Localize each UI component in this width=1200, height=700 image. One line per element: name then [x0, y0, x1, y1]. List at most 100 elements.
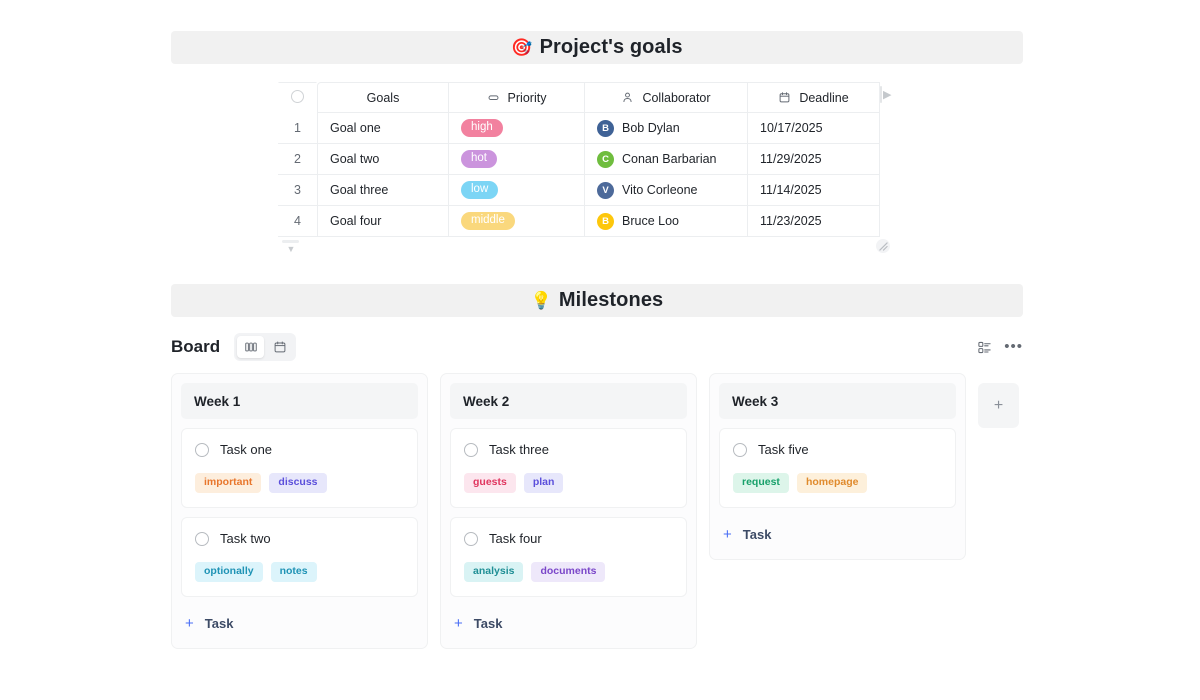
task-checkbox[interactable]	[195, 442, 209, 457]
board-title: Board	[171, 337, 221, 356]
goals-section-title: Project's goals	[539, 36, 683, 58]
row-index: 4	[278, 206, 317, 237]
task-checkbox[interactable]	[195, 531, 209, 546]
cell-collaborator[interactable]: C Conan Barbarian	[585, 144, 748, 175]
task-card[interactable]: Task four analysis documents	[450, 517, 687, 597]
capsule-icon	[487, 91, 500, 104]
task-chips: guests plan	[464, 473, 673, 493]
row-index: 1	[278, 113, 317, 144]
board-columns-icon	[244, 342, 257, 352]
table-resize-handle[interactable]	[876, 239, 890, 253]
cell-collaborator[interactable]: V Vito Corleone	[585, 175, 748, 206]
cell-collaborator[interactable]: B Bruce Loo	[585, 206, 748, 237]
add-task-button[interactable]: + Task	[719, 517, 956, 550]
view-toggle-board[interactable]	[237, 336, 265, 358]
column-header-collaborator[interactable]: Collaborator	[585, 82, 748, 113]
add-task-label: Task	[473, 616, 503, 631]
cell-goal[interactable]: Goal two	[317, 144, 449, 175]
task-title: Task one	[220, 442, 273, 457]
task-title: Task two	[220, 531, 271, 546]
chevron-down-icon: ▼	[286, 244, 296, 254]
cell-priority[interactable]: high	[449, 113, 585, 144]
column-header-goals[interactable]: Goals	[317, 82, 449, 113]
priority-tag: high	[461, 119, 503, 137]
plus-icon: +	[454, 615, 463, 632]
task-chip[interactable]: analysis	[464, 562, 524, 582]
table-collapse-toggle[interactable]: ▼	[282, 240, 300, 254]
cell-goal[interactable]: Goal one	[317, 113, 449, 144]
task-chip[interactable]: documents	[531, 562, 606, 582]
task-chip[interactable]: optionally	[195, 562, 263, 582]
task-chip[interactable]: request	[733, 473, 789, 493]
add-task-label: Task	[742, 527, 772, 542]
cell-priority[interactable]: hot	[449, 144, 585, 175]
table-row[interactable]: 4 Goal four middle B Bruce Loo 11/23/202…	[278, 206, 880, 237]
column-header-collaborator-label: Collaborator	[642, 90, 711, 105]
add-task-label: Task	[204, 616, 234, 631]
goals-table: Goals Priority Collaborator Deadline 1 G…	[278, 82, 880, 237]
table-add-column-handle[interactable]: ▶	[880, 86, 891, 103]
select-all-circle-icon[interactable]	[291, 89, 304, 103]
cell-deadline[interactable]: 11/29/2025	[748, 144, 880, 175]
table-header-row: Goals Priority Collaborator Deadline	[278, 82, 880, 113]
avatar: C	[597, 150, 614, 168]
column-title[interactable]: Week 1	[181, 383, 418, 419]
table-row[interactable]: 1 Goal one high B Bob Dylan 10/17/2025	[278, 113, 880, 144]
task-card-title-row: Task one	[195, 442, 404, 457]
task-chip[interactable]: discuss	[269, 473, 327, 493]
collapse-bar	[282, 240, 299, 243]
cell-deadline[interactable]: 11/14/2025	[748, 175, 880, 206]
task-card-title-row: Task five	[733, 442, 942, 457]
task-card[interactable]: Task five request homepage	[719, 428, 956, 508]
task-card[interactable]: Task two optionally notes	[181, 517, 418, 597]
view-toggle-calendar[interactable]	[266, 336, 293, 358]
collaborator-name: Bob Dylan	[622, 121, 680, 135]
table-row[interactable]: 2 Goal two hot C Conan Barbarian 11/29/2…	[278, 144, 880, 175]
cell-deadline[interactable]: 10/17/2025	[748, 113, 880, 144]
task-chip[interactable]: notes	[270, 562, 317, 582]
collaborator-name: Conan Barbarian	[622, 152, 717, 166]
cell-collaborator[interactable]: B Bob Dylan	[585, 113, 748, 144]
add-task-button[interactable]: + Task	[450, 606, 687, 639]
milestones-section-title: Milestones	[558, 289, 664, 311]
task-chip[interactable]: plan	[523, 473, 564, 493]
avatar: B	[597, 212, 614, 230]
list-view-button[interactable]	[972, 336, 996, 358]
board-toolbar-actions: •••	[972, 336, 1023, 358]
task-card[interactable]: Task one important discuss	[181, 428, 418, 508]
task-checkbox[interactable]	[464, 531, 478, 546]
more-options-button[interactable]: •••	[1004, 339, 1023, 354]
task-card[interactable]: Task three guests plan	[450, 428, 687, 508]
cell-goal[interactable]: Goal four	[317, 206, 449, 237]
page-root: 🎯 Project's goals Goals Priority Collabo…	[0, 0, 1200, 700]
row-index: 2	[278, 144, 317, 175]
task-checkbox[interactable]	[733, 442, 747, 457]
add-column-button[interactable]: +	[978, 383, 1019, 428]
board-view-toggle	[234, 333, 297, 361]
cell-deadline[interactable]: 11/23/2025	[748, 206, 880, 237]
cell-goal[interactable]: Goal three	[317, 175, 449, 206]
column-title[interactable]: Week 3	[719, 383, 956, 419]
select-all-cell[interactable]	[278, 82, 317, 113]
collaborator-name: Vito Corleone	[622, 183, 698, 197]
column-header-deadline[interactable]: Deadline	[748, 82, 880, 113]
task-checkbox[interactable]	[464, 442, 478, 457]
board-toolbar: Board •••	[171, 330, 1023, 364]
task-title: Task three	[489, 442, 549, 457]
table-row[interactable]: 3 Goal three low V Vito Corleone 11/14/2…	[278, 175, 880, 206]
plus-icon: +	[185, 615, 194, 632]
task-card-title-row: Task two	[195, 531, 404, 546]
task-chip[interactable]: important	[195, 473, 262, 493]
board-column[interactable]: Week 3 Task five request homepage + Task	[709, 373, 966, 560]
cell-priority[interactable]: middle	[449, 206, 585, 237]
board-columns: Week 1 Task one important discuss Task t…	[171, 373, 1019, 649]
column-title[interactable]: Week 2	[450, 383, 687, 419]
board-column[interactable]: Week 2 Task three guests plan Task four …	[440, 373, 697, 649]
goals-section-banner: 🎯 Project's goals	[171, 31, 1023, 64]
board-column[interactable]: Week 1 Task one important discuss Task t…	[171, 373, 428, 649]
task-chip[interactable]: guests	[464, 473, 516, 493]
column-header-priority[interactable]: Priority	[449, 82, 585, 113]
add-task-button[interactable]: + Task	[181, 606, 418, 639]
cell-priority[interactable]: low	[449, 175, 585, 206]
task-chip[interactable]: homepage	[796, 473, 868, 493]
